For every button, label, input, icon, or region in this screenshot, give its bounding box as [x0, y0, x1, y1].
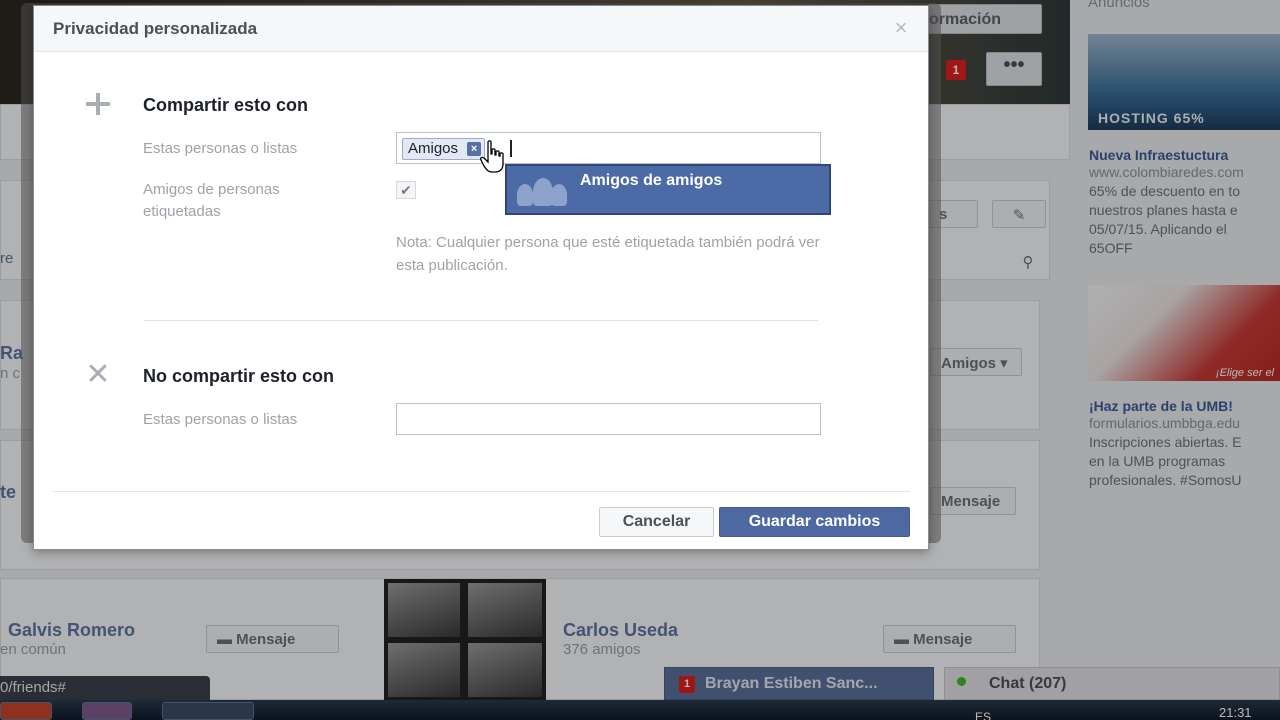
dialog-header: Privacidad personalizada ×	[34, 6, 928, 52]
close-icon[interactable]: ×	[890, 17, 912, 40]
suggestion-item[interactable]: Amigos de amigos	[505, 164, 831, 215]
cancel-button[interactable]: Cancelar	[599, 507, 714, 537]
share-people-input[interactable]: Amigos ×	[396, 132, 821, 164]
plus-icon	[84, 91, 112, 119]
group-icon	[517, 174, 569, 206]
custom-privacy-dialog: Privacidad personalizada × Compartir est…	[33, 5, 929, 550]
no-share-people-input[interactable]	[396, 403, 821, 435]
share-people-label: Estas personas o listas	[143, 140, 298, 157]
no-share-people-label: Estas personas o listas	[143, 411, 298, 428]
tagged-note: Nota: Cualquier persona que esté etiquet…	[396, 234, 820, 274]
dialog-title: Privacidad personalizada	[53, 19, 258, 38]
tagged-friends-label: Amigos de personas etiquetadas	[143, 181, 280, 220]
remove-token-icon[interactable]: ×	[467, 142, 482, 156]
suggestion-label: Amigos de amigos	[580, 172, 723, 189]
section-divider	[144, 320, 818, 321]
share-section-title: Compartir esto con	[143, 95, 309, 115]
save-changes-button[interactable]: Guardar cambios	[719, 507, 910, 537]
tagged-friends-checkbox[interactable]: ✔	[396, 181, 416, 199]
token-label: Amigos	[408, 140, 459, 157]
hand-cursor-icon	[480, 140, 504, 173]
footer-divider	[52, 491, 910, 492]
text-caret	[510, 140, 512, 157]
no-share-section-title: No compartir esto con	[143, 366, 335, 386]
x-icon: ✕	[85, 358, 111, 391]
token-amigos[interactable]: Amigos ×	[402, 138, 486, 160]
